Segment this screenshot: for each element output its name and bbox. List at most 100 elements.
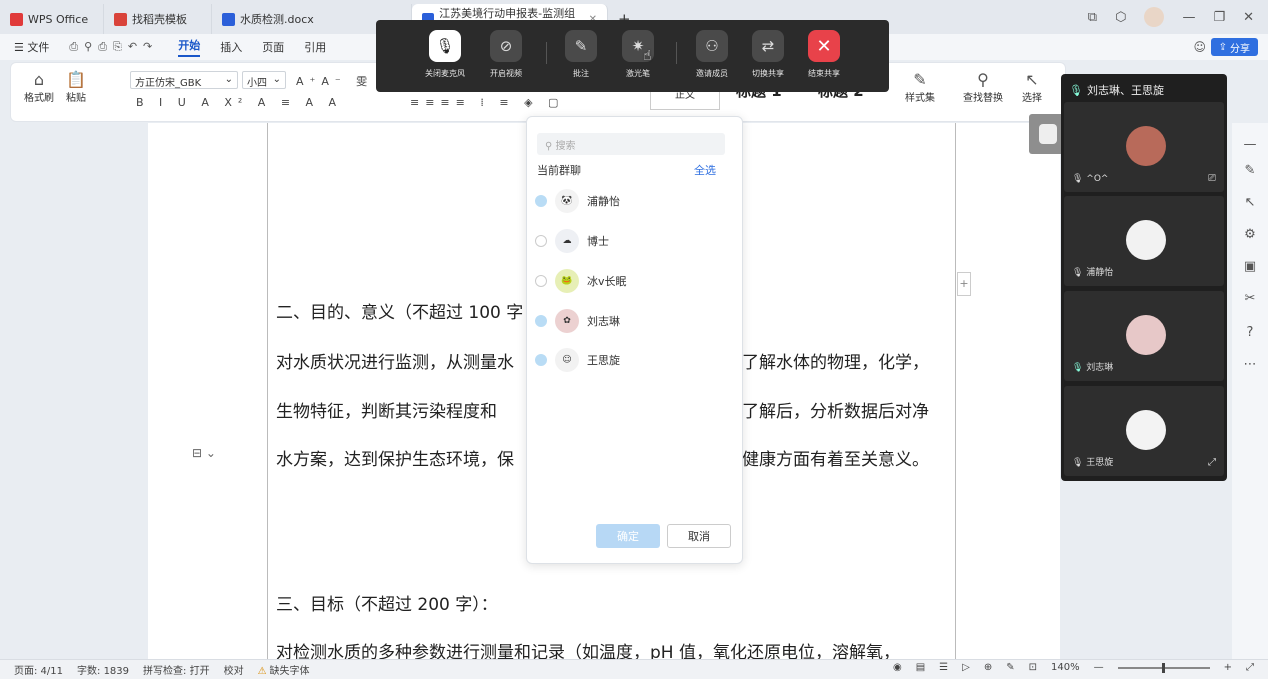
paragraph-align-icons[interactable]: ≡≡≡≡ ⁞ ≡ ◈ ▢ — [410, 96, 564, 109]
page-view-icon[interactable]: ▤ — [916, 662, 925, 673]
menu-reference[interactable]: 引用 — [304, 39, 326, 55]
expand-icon[interactable]: ⤢ — [1208, 457, 1216, 468]
minus-icon[interactable]: — — [1240, 137, 1260, 152]
zoom-slider-knob[interactable] — [1161, 662, 1165, 673]
menu-file[interactable]: ☰ 文件 — [14, 39, 49, 55]
video-off-icon: ⊘ — [490, 30, 522, 62]
cursor-icon: ↖ — [1025, 70, 1039, 89]
confirm-button[interactable]: 确定 — [596, 524, 660, 548]
list-item[interactable]: 🐼 浦静怡 — [535, 186, 735, 216]
participant-tile[interactable]: 🎙 王思旋 ⤢ — [1064, 386, 1224, 476]
format-painter-button[interactable]: ⌂ 格式刷 — [22, 70, 56, 104]
window-controls: ⧉ ⬡ — ❐ ✕ — [1088, 0, 1268, 34]
spell-check[interactable]: 拼写检查: 打开 — [143, 662, 210, 677]
menu-home[interactable]: 开始 — [178, 37, 201, 57]
add-block-button[interactable]: + — [957, 272, 971, 296]
invite-members-button[interactable]: ⚇ 邀请成员 — [682, 30, 742, 79]
toolbar-quick-icons[interactable]: ⎙⚲⎙⎘↶↷ — [69, 40, 158, 54]
web-icon[interactable]: ⊕ — [984, 662, 992, 673]
start-video-button[interactable]: ⊘ 开启视频 — [476, 30, 536, 79]
zoom-out-icon[interactable]: — — [1094, 662, 1104, 673]
participant-name-text: 王思旋 — [1086, 458, 1114, 468]
annotate-button[interactable]: ✎ 批注 — [551, 30, 611, 79]
zoom-level[interactable]: 140% — [1051, 662, 1080, 673]
fullscreen-icon[interactable]: ⤢ — [1246, 662, 1254, 673]
zoom-slider[interactable] — [1117, 662, 1210, 673]
settings-sliders-icon[interactable]: ⚙ — [1240, 227, 1260, 242]
help-icon[interactable]: ? — [1240, 325, 1260, 340]
list-item[interactable]: ✿ 刘志琳 — [535, 306, 735, 336]
zoom-in-icon[interactable]: + — [1224, 662, 1232, 673]
list-item[interactable]: ☁ 博士 — [535, 226, 735, 256]
select-button[interactable]: ↖ 选择 — [1014, 70, 1050, 104]
switch-share-button[interactable]: ⇄ 切换共享 — [738, 30, 798, 79]
member-checkbox[interactable] — [535, 315, 547, 327]
mute-mic-button[interactable]: 🎙 关闭麦克风 — [415, 30, 475, 79]
doc-line: 对水质状况进行监测，从测量水 — [276, 353, 514, 373]
page-count[interactable]: 页面: 4/11 — [14, 662, 63, 677]
cursor-icon[interactable]: ↖ — [1240, 195, 1260, 210]
menu-insert[interactable]: 插入 — [220, 39, 242, 55]
share-button[interactable]: ⇪ 分享 — [1210, 38, 1258, 56]
paragraph-handle-icon[interactable]: ⊟ ⌄ — [192, 446, 216, 460]
list-item[interactable]: 🐸 冰v长眠 — [535, 266, 735, 296]
font-family-select[interactable]: 方正仿宋_GBK ⌄ — [130, 71, 238, 89]
style-set-label: 样式集 — [905, 93, 935, 104]
laser-pointer-button[interactable]: ✷ 激光笔 — [608, 30, 668, 79]
cancel-button[interactable]: 取消 — [667, 524, 731, 548]
font-grow-shrink-icons[interactable]: A⁺A⁻ 雯 — [296, 73, 373, 89]
fit-icon[interactable]: ⊡ — [1029, 662, 1037, 673]
proofread[interactable]: 校对 — [224, 662, 244, 677]
find-replace-button[interactable]: ⚲ 查找替换 — [956, 70, 1010, 104]
format-painter-icon: ⌂ — [33, 70, 45, 89]
participants-panel: 🎙 刘志琳、王思旋 🎙 ^O^ ⎚ 🎙 浦静怡 🎙 刘志琳 🎙 王思旋 ⤢ — [1061, 74, 1227, 481]
pen-icon[interactable]: ✎ — [1240, 163, 1260, 178]
outline-icon[interactable]: ☰ — [939, 662, 948, 673]
tools-icon[interactable]: ✂ — [1240, 291, 1260, 306]
layout-icon[interactable]: ⧉ — [1088, 10, 1097, 25]
list-item[interactable]: ☺ 王思旋 — [535, 345, 735, 375]
word-doc-icon — [222, 12, 235, 26]
tab-wps-office[interactable]: WPS Office — [0, 4, 104, 34]
font-size-select[interactable]: 小四 ⌄ — [242, 71, 286, 89]
member-checkbox[interactable] — [535, 275, 547, 287]
pen-icon[interactable]: ✎ — [1006, 662, 1014, 673]
participant-tile[interactable]: 🎙 浦静怡 — [1064, 196, 1224, 286]
chat-icon[interactable]: ☺ — [1193, 40, 1206, 54]
paste-button[interactable]: 📋 粘贴 — [60, 70, 92, 104]
tab-docer[interactable]: 找稻壳模板 — [104, 4, 212, 34]
member-checkbox[interactable] — [535, 195, 547, 207]
style-set-button[interactable]: ✎ 样式集 — [898, 70, 942, 104]
cube-icon[interactable]: ⬡ — [1115, 10, 1126, 25]
member-checkbox[interactable] — [535, 235, 547, 247]
avatar[interactable] — [1144, 7, 1165, 27]
tab-label: WPS Office — [28, 12, 89, 26]
search-input[interactable]: ⚲ 搜索 — [537, 133, 725, 155]
menu-page[interactable]: 页面 — [262, 39, 284, 55]
group-label: 当前群聊 — [537, 164, 581, 177]
participant-tile[interactable]: 🎙 刘志琳 — [1064, 291, 1224, 381]
member-name: 浦静怡 — [587, 195, 620, 208]
participant-tile[interactable]: 🎙 ^O^ ⎚ — [1064, 102, 1224, 192]
restore-icon[interactable]: ❐ — [1213, 10, 1225, 25]
participant-name: 🎙 王思旋 — [1072, 455, 1113, 468]
close-window-icon[interactable]: ✕ — [1243, 10, 1254, 25]
select-all-link[interactable]: 全选 — [694, 162, 716, 178]
minimize-icon[interactable]: — — [1182, 10, 1195, 25]
word-count[interactable]: 字数: 1839 — [77, 662, 129, 677]
mouse-cursor-icon: ☝ — [643, 48, 652, 64]
eye-icon[interactable]: ◉ — [893, 662, 902, 673]
doc-line: 三、目标（不超过 200 字）： — [276, 595, 498, 615]
participants-title: 🎙 刘志琳、王思旋 — [1069, 82, 1164, 98]
member-checkbox[interactable] — [535, 354, 547, 366]
end-share-button[interactable]: ✕ 结束共享 — [794, 30, 854, 79]
pen-icon: ✎ — [565, 30, 597, 62]
screen-share-icon: ⎚ — [1208, 173, 1216, 184]
font-style-icons[interactable]: B I U A X² A ≡ A A — [136, 96, 342, 109]
more-icon[interactable]: ⋯ — [1240, 357, 1260, 372]
doc-line-fragment: 了解后，分析数据后对净 — [742, 402, 929, 422]
missing-font-indicator[interactable]: ⚠ 缺失字体 — [258, 662, 310, 677]
play-icon[interactable]: ▷ — [962, 662, 970, 673]
doc-line-fragment: 健康方面有着至关意义。 — [742, 450, 929, 470]
image-edit-icon[interactable]: ▣ — [1240, 259, 1260, 274]
